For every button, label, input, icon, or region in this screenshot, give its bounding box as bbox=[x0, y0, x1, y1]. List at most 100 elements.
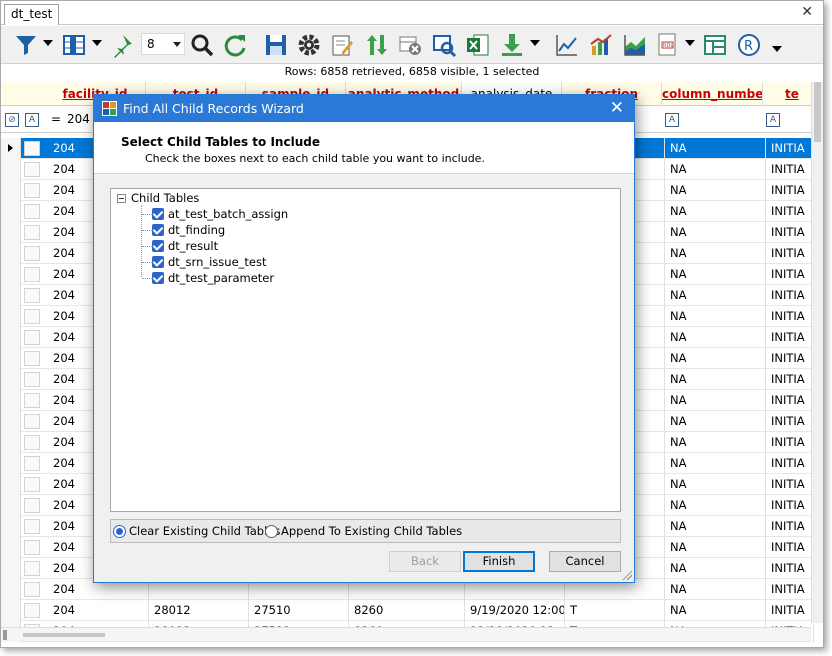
row-indicator[interactable] bbox=[1, 432, 21, 453]
row-indicator[interactable] bbox=[1, 285, 21, 306]
table-cell[interactable]: INITIA bbox=[766, 474, 814, 495]
sort-icon[interactable] bbox=[362, 30, 392, 60]
row-indicator[interactable] bbox=[1, 306, 21, 327]
report-dropdown-icon[interactable] bbox=[685, 40, 695, 46]
table-cell[interactable]: INITIA bbox=[766, 390, 814, 411]
row-indicator[interactable] bbox=[1, 159, 21, 180]
table-cell[interactable]: NA bbox=[665, 306, 766, 327]
child-table-item[interactable]: dt_result bbox=[168, 239, 218, 253]
table-cell[interactable]: NA bbox=[665, 495, 766, 516]
cancel-button[interactable]: Cancel bbox=[549, 551, 621, 572]
search-icon[interactable] bbox=[187, 30, 217, 60]
close-tab-icon[interactable]: ✕ bbox=[801, 4, 813, 20]
row-indicator[interactable] bbox=[1, 348, 21, 369]
settings-icon[interactable] bbox=[294, 30, 324, 60]
bar-chart-icon[interactable] bbox=[586, 30, 616, 60]
table-cell[interactable]: NA bbox=[665, 180, 766, 201]
edit-icon[interactable] bbox=[328, 30, 358, 60]
row-indicator[interactable] bbox=[1, 243, 21, 264]
line-chart-icon[interactable] bbox=[552, 30, 582, 60]
find-icon[interactable] bbox=[429, 30, 459, 60]
row-indicator[interactable] bbox=[1, 453, 21, 474]
row-edit-icon[interactable] bbox=[24, 456, 40, 471]
table-cell[interactable]: 27510 bbox=[249, 600, 349, 621]
row-edit-icon[interactable] bbox=[24, 414, 40, 429]
table-cell[interactable]: 28012 bbox=[149, 600, 249, 621]
column-header-te[interactable]: te bbox=[763, 82, 811, 106]
equals-operator[interactable]: = bbox=[51, 112, 61, 126]
report-icon[interactable]: RDL bbox=[653, 30, 683, 60]
table-cell[interactable]: INITIA bbox=[766, 411, 814, 432]
table-cell[interactable]: NA bbox=[665, 243, 766, 264]
columns-icon[interactable] bbox=[59, 30, 89, 60]
row-edit-icon[interactable] bbox=[24, 141, 40, 156]
row-edit-icon[interactable] bbox=[24, 204, 40, 219]
table-cell[interactable]: INITIA bbox=[766, 453, 814, 474]
table-cell[interactable]: INITIA bbox=[766, 159, 814, 180]
table-cell[interactable]: NA bbox=[665, 138, 766, 159]
vertical-scrollbar[interactable] bbox=[811, 82, 823, 623]
table-cell[interactable]: INITIA bbox=[766, 600, 814, 621]
table-cell[interactable]: INITIA bbox=[766, 495, 814, 516]
table-row[interactable]: 204280122751082609/19/2020 12:00...TNAIN… bbox=[1, 600, 814, 621]
refresh-icon[interactable] bbox=[220, 30, 250, 60]
column-number-filter-icon[interactable]: A bbox=[665, 113, 679, 127]
table-cell[interactable]: NA bbox=[665, 264, 766, 285]
table-cell[interactable]: NA bbox=[665, 516, 766, 537]
row-indicator[interactable] bbox=[1, 201, 21, 222]
row-indicator[interactable] bbox=[1, 474, 21, 495]
row-edit-icon[interactable] bbox=[24, 351, 40, 366]
row-edit-icon[interactable] bbox=[24, 498, 40, 513]
checkbox-checked-icon[interactable] bbox=[152, 256, 164, 268]
row-edit-icon[interactable] bbox=[24, 162, 40, 177]
pin-icon[interactable] bbox=[107, 30, 137, 60]
table-cell[interactable]: INITIA bbox=[766, 432, 814, 453]
r-icon[interactable]: R bbox=[734, 30, 764, 60]
table-cell[interactable]: INITIA bbox=[766, 138, 814, 159]
table-cell[interactable]: INITIA bbox=[766, 201, 814, 222]
row-edit-icon[interactable] bbox=[24, 561, 40, 576]
horizontal-scroll-thumb[interactable] bbox=[23, 633, 105, 637]
table-cell[interactable]: NA bbox=[665, 369, 766, 390]
text-filter-icon[interactable]: A bbox=[25, 113, 39, 127]
row-indicator[interactable] bbox=[1, 558, 21, 579]
row-indicator[interactable] bbox=[1, 579, 21, 600]
save-icon[interactable] bbox=[261, 30, 291, 60]
row-edit-icon[interactable] bbox=[24, 582, 40, 597]
table-cell[interactable]: T bbox=[565, 600, 665, 621]
te-filter-icon[interactable]: A bbox=[766, 113, 780, 127]
filter-dropdown-icon[interactable] bbox=[43, 40, 53, 46]
row-indicator[interactable] bbox=[1, 222, 21, 243]
vertical-scroll-thumb[interactable] bbox=[814, 82, 821, 142]
row-indicator[interactable] bbox=[1, 537, 21, 558]
back-button[interactable]: Back bbox=[389, 551, 461, 572]
finish-button[interactable]: Finish bbox=[463, 551, 535, 572]
table-cell[interactable]: INITIA bbox=[766, 243, 814, 264]
child-table-item[interactable]: dt_finding bbox=[168, 223, 225, 237]
checkbox-checked-icon[interactable] bbox=[152, 272, 164, 284]
table-cell[interactable]: NA bbox=[665, 390, 766, 411]
row-edit-icon[interactable] bbox=[24, 519, 40, 534]
table-cell[interactable]: NA bbox=[665, 348, 766, 369]
table-cell[interactable]: INITIA bbox=[766, 558, 814, 579]
table-cell[interactable]: NA bbox=[665, 432, 766, 453]
collapse-icon[interactable] bbox=[117, 194, 126, 203]
horizontal-scrollbar[interactable] bbox=[1, 627, 811, 641]
column-header-column-number[interactable]: column_number bbox=[662, 82, 763, 106]
child-table-item[interactable]: at_test_batch_assign bbox=[168, 207, 288, 221]
row-edit-icon[interactable] bbox=[24, 330, 40, 345]
table-cell[interactable]: 9/19/2020 12:00... bbox=[465, 600, 565, 621]
table-cell[interactable]: NA bbox=[665, 327, 766, 348]
row-edit-icon[interactable] bbox=[24, 435, 40, 450]
row-edit-icon[interactable] bbox=[24, 603, 40, 618]
table-cell[interactable]: NA bbox=[665, 201, 766, 222]
row-edit-icon[interactable] bbox=[24, 183, 40, 198]
download-icon[interactable] bbox=[497, 30, 527, 60]
facility-id-filter-input[interactable]: 204 bbox=[67, 112, 90, 126]
table-cell[interactable]: INITIA bbox=[766, 285, 814, 306]
row-edit-icon[interactable] bbox=[24, 477, 40, 492]
table-cell[interactable]: INITIA bbox=[766, 579, 814, 600]
table-cell[interactable]: NA bbox=[665, 474, 766, 495]
table-cell[interactable]: NA bbox=[665, 600, 766, 621]
row-indicator[interactable] bbox=[1, 264, 21, 285]
